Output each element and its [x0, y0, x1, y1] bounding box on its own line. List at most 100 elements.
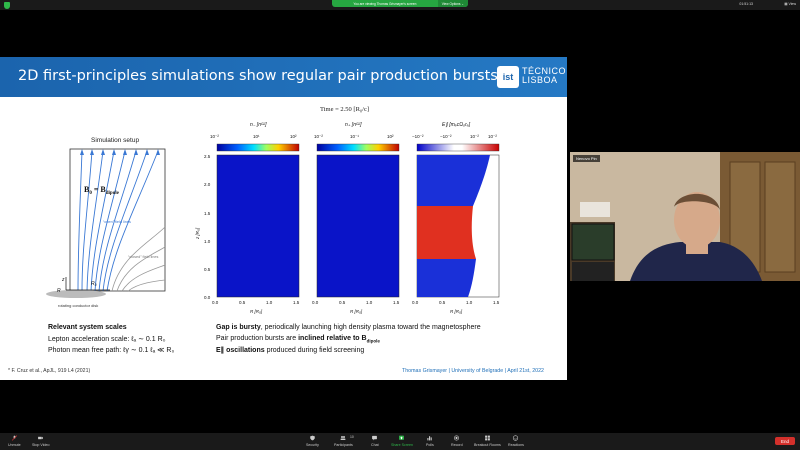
breakout-rooms-icon — [484, 435, 490, 441]
y-axis-label: z [R₀] — [195, 227, 200, 240]
logo-text: TÉCNICO LISBOA — [522, 67, 566, 85]
screen-share-banner: You are viewing Thomas Grismayer's scree… — [332, 0, 468, 7]
x-axis-ticks-panel1: 0.0 0.5 1.0 1.5 — [212, 300, 300, 305]
cbar3-tick-2: −10⁻² — [440, 134, 452, 139]
view-options-button[interactable]: View Options ⌄ — [437, 0, 468, 7]
x-axis-ticks-panel2: 0.0 0.5 1.0 1.5 — [312, 300, 400, 305]
x-axis-label-1: R [R₀] — [250, 309, 263, 314]
cbar2-tick-1: 10⁻² — [314, 134, 323, 139]
svg-text:1.0: 1.0 — [266, 300, 273, 305]
panel-parallel-field — [416, 154, 500, 298]
conductor-disk — [46, 290, 106, 298]
svg-text:1.0: 1.0 — [466, 300, 473, 305]
svg-text:0.5: 0.5 — [439, 300, 446, 305]
unmute-button[interactable]: Unmute — [8, 435, 21, 447]
participants-count: 10 — [350, 435, 354, 439]
citation-footnote: * F. Cruz et al., ApJL, 919 L4 (2021) — [8, 368, 91, 374]
view-button[interactable]: ▦ View — [784, 2, 796, 6]
cbar2-tick-2: 10⁻¹ — [350, 134, 359, 139]
svg-text:2.5: 2.5 — [204, 154, 211, 159]
time-label: Time = 2.50 [R₀/c] — [320, 106, 370, 113]
panel-electron-density — [216, 154, 300, 298]
meeting-timer: 01:51:13 — [739, 2, 753, 6]
participant-name-tag: Nenovo Pin — [573, 155, 600, 162]
record-label: Record — [451, 443, 463, 447]
participants-icon — [340, 436, 346, 440]
photon-path-text: Photon mean free path: ℓγ ∼ 0.1 ℓₐ ≪ R₀ — [48, 347, 175, 354]
panel3-title: E∥ [mₑcΩ₀rₑ] — [442, 122, 471, 128]
encryption-shield-icon[interactable] — [4, 2, 10, 9]
simulation-setup-label: Simulation setup — [91, 137, 140, 144]
svg-text:1.5: 1.5 — [293, 300, 300, 305]
tecnico-logo-icon: ist — [497, 66, 519, 88]
x-axis-label-3: R [R₀] — [450, 309, 463, 314]
logo-line-2: LISBOA — [522, 75, 558, 85]
cbar3-tick-4: 10⁻² — [488, 134, 497, 139]
svg-text:0.0: 0.0 — [312, 300, 319, 305]
unmute-label: Unmute — [8, 443, 21, 447]
svg-text:0.5: 0.5 — [204, 267, 211, 272]
chat-button[interactable]: Chat — [371, 435, 379, 447]
closed-field-lines-label: “closed” field lines — [128, 255, 158, 259]
cbar1-tick-2: 10¹ — [253, 134, 260, 139]
x-axis-ticks-panel3: 0.0 0.5 1.0 1.5 — [412, 300, 500, 305]
cbar3-tick-3: 10⁻² — [470, 134, 479, 139]
record-button[interactable]: Record — [451, 435, 463, 447]
svg-text:0.5: 0.5 — [239, 300, 246, 305]
participant-video-tile[interactable] — [570, 152, 800, 281]
panel-positron-density — [316, 154, 400, 298]
cbar1-tick-1: 10⁻² — [210, 134, 219, 139]
svg-text:1.0: 1.0 — [204, 239, 211, 244]
record-icon — [454, 435, 460, 441]
y-axis-ticks: 2.5 2.0 1.5 1.0 0.5 0.0 — [204, 154, 211, 300]
security-label: Security — [306, 443, 319, 447]
microphone-muted-icon — [11, 435, 17, 441]
shield-icon — [310, 435, 315, 441]
svg-text:2.0: 2.0 — [204, 182, 211, 187]
field-oscillations-text: E∥ oscillations produced during field sc… — [216, 347, 365, 354]
z-label: z — [61, 277, 65, 283]
cbar2-tick-3: 10² — [387, 134, 394, 139]
rotating-disk-label: rotating conductor disk — [58, 303, 98, 308]
b0-label: B0 = Bdipole — [84, 185, 120, 196]
lepton-scale-text: Lepton acceleration scale: ℓₐ ∼ 0.1 R₀ — [48, 336, 166, 343]
logo-mark: ist — [502, 72, 514, 82]
participant-video-feed — [570, 152, 800, 281]
polls-button[interactable]: Polls — [426, 435, 434, 447]
svg-text:1.5: 1.5 — [493, 300, 500, 305]
video-camera-icon — [38, 436, 44, 440]
slide-footer: Thomas Grismayer | University of Belgrad… — [402, 368, 544, 374]
participants-label: Participants — [334, 443, 353, 447]
svg-text:0.5: 0.5 — [339, 300, 346, 305]
polls-label: Polls — [426, 443, 434, 447]
svg-text:0.0: 0.0 — [212, 300, 219, 305]
security-button[interactable]: Security — [306, 435, 319, 447]
svg-text:1.5: 1.5 — [204, 211, 211, 216]
system-scales-heading: Relevant system scales — [48, 324, 127, 331]
breakout-rooms-label: Breakout Rooms — [474, 443, 501, 447]
svg-text:1.5: 1.5 — [393, 300, 400, 305]
chat-icon — [372, 435, 378, 441]
simulation-setup-diagram: B0 = Bdipole “open” field lines “closed”… — [46, 148, 166, 308]
chat-label: Chat — [371, 443, 379, 447]
reactions-icon — [513, 435, 519, 441]
panel2-title: n₊ [nᴳᴶ] — [345, 122, 362, 128]
svg-text:0.0: 0.0 — [204, 295, 211, 300]
stop-video-button[interactable]: Stop Video — [32, 435, 50, 447]
stop-video-label: Stop Video — [32, 443, 50, 447]
share-banner-text: You are viewing Thomas Grismayer's scree… — [353, 1, 417, 6]
x-axis-label-2: R [R₀] — [350, 309, 363, 314]
colorbar-2 — [316, 143, 400, 152]
end-meeting-button[interactable]: End — [775, 437, 795, 445]
r-label: R — [57, 288, 61, 294]
breakout-rooms-button[interactable]: Breakout Rooms — [474, 435, 501, 447]
share-screen-button[interactable]: Share Screen — [391, 435, 413, 447]
colorbar-3 — [416, 143, 500, 152]
reactions-button[interactable]: Reactions — [508, 435, 524, 447]
reactions-label: Reactions — [508, 443, 524, 447]
panel1-title: n₋ [nᴳᴶ] — [250, 122, 267, 128]
slide-title: 2D first-principles simulations show reg… — [18, 68, 498, 84]
inclined-bursts-text: Pair production bursts are inclined rela… — [216, 335, 380, 344]
svg-text:1.0: 1.0 — [366, 300, 373, 305]
open-field-lines-label: “open” field lines — [103, 220, 131, 224]
